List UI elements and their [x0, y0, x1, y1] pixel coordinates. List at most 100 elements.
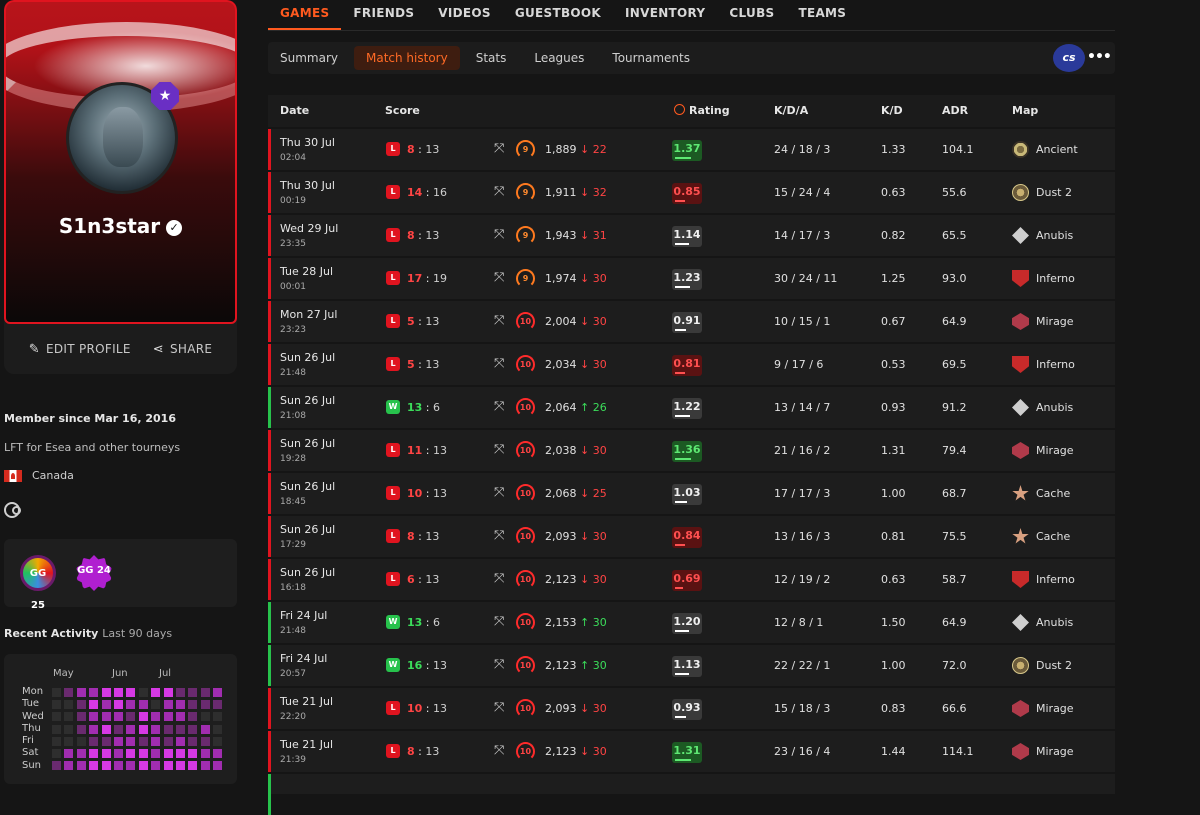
- share-button[interactable]: ⋖ SHARE: [153, 342, 212, 357]
- tab-teams[interactable]: TEAMS: [786, 0, 858, 30]
- heatmap-cell[interactable]: [89, 736, 99, 746]
- heatmap-cell[interactable]: [151, 712, 161, 722]
- heatmap-cell[interactable]: [138, 761, 148, 771]
- heatmap-cell[interactable]: [89, 761, 99, 771]
- heatmap-cell[interactable]: [151, 724, 161, 734]
- heatmap-cell[interactable]: [64, 712, 74, 722]
- heatmap-cell[interactable]: [52, 688, 61, 697]
- tab-games[interactable]: GAMES: [268, 0, 342, 30]
- heatmap-cell[interactable]: [126, 724, 136, 734]
- tab-guestbook[interactable]: GUESTBOOK: [503, 0, 613, 30]
- subtab-leagues[interactable]: Leagues: [522, 46, 596, 70]
- header-map[interactable]: Map: [1012, 104, 1038, 117]
- heatmap-cell[interactable]: [101, 748, 111, 758]
- cs-game-icon[interactable]: cs: [1053, 44, 1085, 72]
- table-row[interactable]: Sun 26 Jul 21:08 W 13 : 6 ⤧ 10 2,064 ↑ 26 1.22 13…: [268, 387, 1115, 428]
- heatmap-cell[interactable]: [175, 688, 185, 697]
- heatmap-cell[interactable]: [188, 748, 198, 758]
- gg24-badge-icon[interactable]: GG 24: [76, 555, 112, 591]
- heatmap-cell[interactable]: [64, 736, 74, 746]
- table-row[interactable]: Fri 24 Jul 21:48 W 13 : 6 ⤧ 10 2,153 ↑ 30 1.20 12…: [268, 602, 1115, 643]
- heatmap-cell[interactable]: [89, 724, 99, 734]
- table-row[interactable]: Fri 24 Jul 20:57 W 16 : 13 ⤧ 10 2,123 ↑ 30 1.13 2…: [268, 645, 1115, 686]
- heatmap-cell[interactable]: [213, 748, 223, 758]
- heatmap-cell[interactable]: [76, 761, 86, 771]
- heatmap-cell[interactable]: [151, 761, 161, 771]
- heatmap-cell[interactable]: [126, 688, 136, 697]
- heatmap-cell[interactable]: [52, 700, 61, 710]
- table-row[interactable]: Thu 30 Jul 02:04 L 8 : 13 ⤧ 9 1,889 ↓ 22 1.37 24 …: [268, 129, 1115, 170]
- heatmap-cell[interactable]: [175, 748, 185, 758]
- heatmap-cell[interactable]: [175, 736, 185, 746]
- heatmap-cell[interactable]: [188, 712, 198, 722]
- heatmap-cell[interactable]: [101, 736, 111, 746]
- heatmap-cell[interactable]: [200, 724, 210, 734]
- subtab-match-history[interactable]: Match history: [354, 46, 460, 70]
- heatmap-cell[interactable]: [52, 724, 61, 734]
- header-kd[interactable]: K/D: [881, 104, 903, 117]
- heatmap-cell[interactable]: [151, 736, 161, 746]
- table-row[interactable]: Mon 27 Jul 23:23 L 5 : 13 ⤧ 10 2,004 ↓ 30 0.91 10…: [268, 301, 1115, 342]
- heatmap-cell[interactable]: [101, 724, 111, 734]
- heatmap-cell[interactable]: [200, 700, 210, 710]
- heatmap-cell[interactable]: [175, 712, 185, 722]
- gg25-badge-icon[interactable]: GG 25: [20, 555, 56, 611]
- heatmap-cell[interactable]: [52, 748, 61, 758]
- heatmap-cell[interactable]: [64, 761, 74, 771]
- table-row[interactable]: Wed 29 Jul 23:35 L 8 : 13 ⤧ 9 1,943 ↓ 31 1.14 14 …: [268, 215, 1115, 256]
- heatmap-cell[interactable]: [126, 761, 136, 771]
- heatmap-cell[interactable]: [138, 748, 148, 758]
- heatmap-cell[interactable]: [163, 761, 173, 771]
- table-row[interactable]: Tue 21 Jul 21:39 L 8 : 13 ⤧ 10 2,123 ↓ 30 1.31 23…: [268, 731, 1115, 772]
- heatmap-cell[interactable]: [163, 748, 173, 758]
- heatmap-cell[interactable]: [89, 748, 99, 758]
- heatmap-cell[interactable]: [101, 700, 111, 710]
- header-kda[interactable]: K/D/A: [774, 104, 808, 117]
- heatmap-cell[interactable]: [101, 712, 111, 722]
- table-row[interactable]: [268, 774, 1115, 815]
- heatmap-cell[interactable]: [188, 700, 198, 710]
- heatmap-cell[interactable]: [52, 712, 61, 722]
- heatmap-cell[interactable]: [113, 748, 123, 758]
- table-row[interactable]: Thu 30 Jul 00:19 L 14 : 16 ⤧ 9 1,911 ↓ 32 0.85 15…: [268, 172, 1115, 213]
- heatmap-cell[interactable]: [163, 688, 173, 697]
- heatmap-cell[interactable]: [64, 688, 74, 697]
- heatmap-cell[interactable]: [64, 724, 74, 734]
- heatmap-cell[interactable]: [76, 748, 86, 758]
- heatmap-cell[interactable]: [200, 688, 210, 697]
- heatmap-cell[interactable]: [138, 700, 148, 710]
- subtab-summary[interactable]: Summary: [268, 46, 350, 70]
- heatmap-cell[interactable]: [76, 724, 86, 734]
- heatmap-cell[interactable]: [213, 700, 223, 710]
- heatmap-cell[interactable]: [200, 712, 210, 722]
- heatmap-cell[interactable]: [163, 736, 173, 746]
- heatmap-cell[interactable]: [151, 688, 161, 697]
- heatmap-cell[interactable]: [213, 688, 223, 697]
- heatmap-cell[interactable]: [188, 724, 198, 734]
- heatmap-cell[interactable]: [138, 688, 148, 697]
- header-date[interactable]: Date: [280, 104, 309, 117]
- header-rating[interactable]: Rating: [674, 104, 730, 117]
- tab-videos[interactable]: VIDEOS: [426, 0, 503, 30]
- more-options-button[interactable]: •••: [1087, 44, 1112, 72]
- header-adr[interactable]: ADR: [942, 104, 968, 117]
- heatmap-cell[interactable]: [126, 736, 136, 746]
- heatmap-cell[interactable]: [138, 736, 148, 746]
- heatmap-cell[interactable]: [175, 724, 185, 734]
- heatmap-cell[interactable]: [76, 700, 86, 710]
- heatmap-cell[interactable]: [188, 761, 198, 771]
- heatmap-cell[interactable]: [188, 688, 198, 697]
- heatmap-cell[interactable]: [113, 761, 123, 771]
- header-score[interactable]: Score: [385, 104, 420, 117]
- heatmap-cell[interactable]: [64, 748, 74, 758]
- subtab-tournaments[interactable]: Tournaments: [600, 46, 702, 70]
- heatmap-cell[interactable]: [52, 761, 61, 771]
- table-row[interactable]: Sun 26 Jul 18:45 L 10 : 13 ⤧ 10 2,068 ↓ 25 1.03 1…: [268, 473, 1115, 514]
- heatmap-cell[interactable]: [101, 688, 111, 697]
- heatmap-cell[interactable]: [138, 712, 148, 722]
- heatmap-cell[interactable]: [151, 700, 161, 710]
- heatmap-cell[interactable]: [76, 712, 86, 722]
- table-row[interactable]: Sun 26 Jul 19:28 L 11 : 13 ⤧ 10 2,038 ↓ 30 1.36 2…: [268, 430, 1115, 471]
- heatmap-cell[interactable]: [151, 748, 161, 758]
- heatmap-cell[interactable]: [175, 700, 185, 710]
